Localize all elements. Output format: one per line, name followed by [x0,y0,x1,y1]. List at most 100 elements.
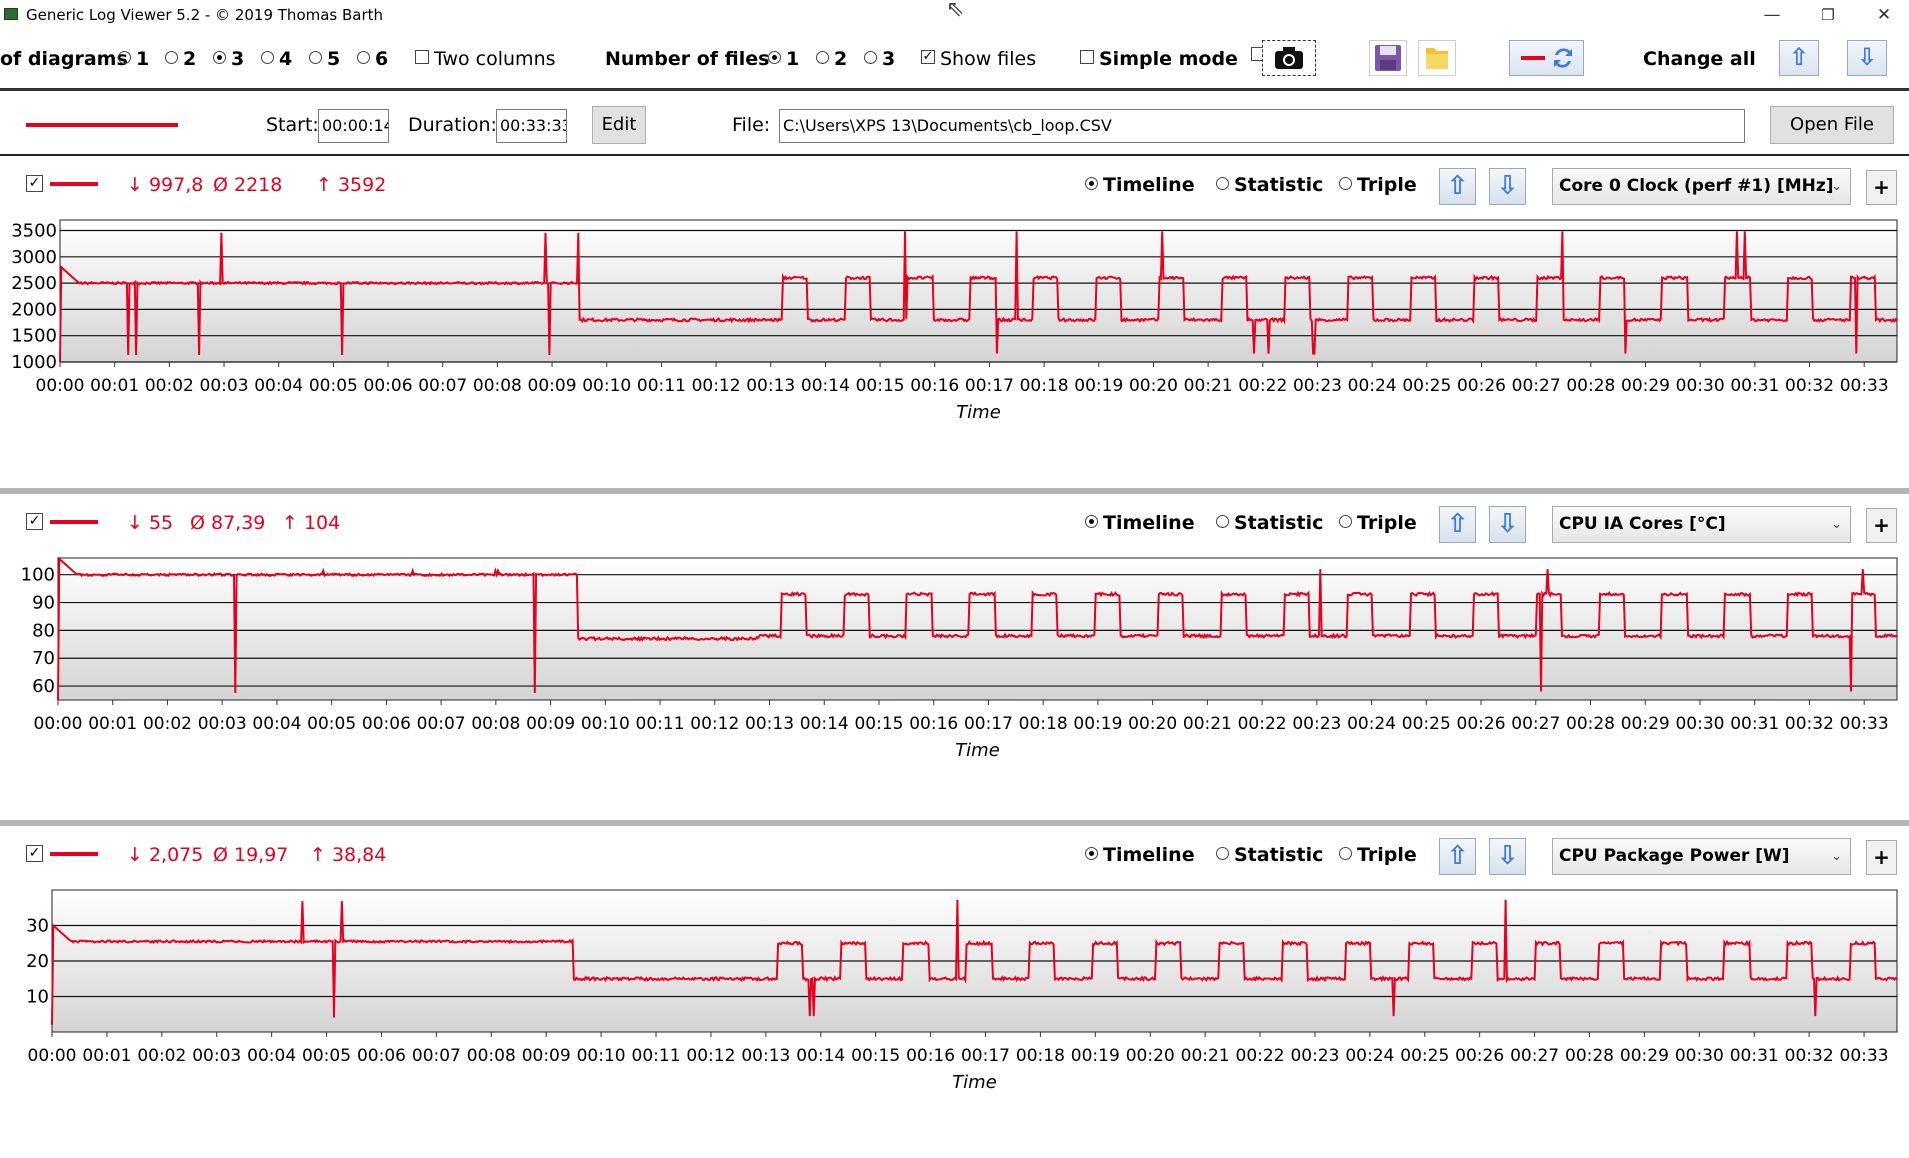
panel-visible-checkbox[interactable]: ✓ [26,845,43,862]
diagrams-option-3[interactable]: 3 [213,48,244,70]
move-panel-down-button[interactable]: ⇩ [1489,168,1526,205]
x-tick-label: 00:07 [417,714,466,734]
chevron-down-icon: ⌄ [1831,849,1842,864]
radio-icon [261,51,274,64]
move-down-icon: ⇩ [1496,841,1519,871]
move-up-icon: ⇧ [1446,171,1469,201]
x-tick-label: 00:20 [1126,1046,1175,1066]
series-color-swatch[interactable] [50,520,98,524]
view-option-statistic[interactable]: Statistic [1216,174,1323,196]
diagram-panel-3: ✓ ↓ 2,075 Ø 19,97 ↑ 38,84 Timeline Stati… [0,826,1909,1158]
view-option-timeline[interactable]: Timeline [1085,174,1195,196]
x-tick-label: 00:30 [1676,376,1725,396]
x-tick-label: 00:25 [1400,1046,1449,1066]
radio-icon [357,51,370,64]
x-tick-label: 00:08 [473,376,522,396]
view-option-triple[interactable]: Triple [1339,844,1417,866]
y-tick-label: 20 [26,951,49,972]
diagrams-option-6[interactable]: 6 [357,48,388,70]
view-option-statistic[interactable]: Statistic [1216,844,1323,866]
move-down-all-button[interactable]: ⇩ [1847,40,1887,76]
x-tick-label: 00:20 [1129,376,1178,396]
y-tick-label: 2500 [11,273,57,294]
camera-button[interactable] [1262,40,1316,76]
restore-button[interactable]: ❐ [1805,0,1851,31]
min-value: ↓ 55 [127,512,174,534]
sensor-select[interactable]: CPU Package Power [W] ⌄ [1552,838,1851,875]
y-tick-label: 80 [32,620,55,641]
close-button[interactable]: ✕ [1861,0,1907,31]
move-panel-up-button[interactable]: ⇧ [1439,168,1476,205]
x-tick-label: 00:11 [637,376,686,396]
x-tick-label: 00:02 [137,1046,186,1066]
x-tick-label: 00:12 [686,1046,735,1066]
two-columns-checkbox[interactable]: Two columns [415,48,556,70]
x-tick-label: 00:17 [964,714,1013,734]
open-file-button[interactable]: Open File [1770,106,1894,144]
sensor-select[interactable]: CPU IA Cores [°C] ⌄ [1552,506,1851,543]
x-tick-label: 00:28 [1566,376,1615,396]
diagrams-option-4[interactable]: 4 [261,48,292,70]
files-option-3[interactable]: 3 [864,48,895,70]
simple-mode-checkbox[interactable]: Simple mode [1080,48,1238,70]
minimize-button[interactable]: — [1749,0,1795,31]
move-panel-down-button[interactable]: ⇩ [1489,838,1526,875]
x-tick-label: 00:16 [906,1046,955,1066]
view-option-timeline[interactable]: Timeline [1085,844,1195,866]
add-series-button[interactable]: + [1866,840,1897,875]
max-value: ↑ 38,84 [310,844,387,866]
edit-button[interactable]: Edit [592,106,646,144]
add-series-button[interactable]: + [1866,508,1897,543]
files-option-1[interactable]: 1 [768,48,799,70]
start-field[interactable]: 00:00:14 [318,109,389,143]
x-tick-label: 00:03 [200,376,249,396]
x-tick-label: 00:01 [82,1046,131,1066]
x-tick-label: 00:13 [745,714,794,734]
checkbox-checked-icon: ✓ [28,513,41,529]
move-panel-up-button[interactable]: ⇧ [1439,838,1476,875]
view-option-timeline[interactable]: Timeline [1085,512,1195,534]
duration-field[interactable]: 00:33:33 [496,109,567,143]
diagrams-option-1[interactable]: 1 [118,48,149,70]
sensor-select[interactable]: Core 0 Clock (perf #1) [MHz] ⌄ [1552,168,1851,205]
diagrams-option-2[interactable]: 2 [165,48,196,70]
x-tick-label: 00:24 [1347,714,1396,734]
move-up-all-button[interactable]: ⇧ [1779,40,1819,76]
duration-label: Duration: [408,114,497,136]
panel-visible-checkbox[interactable]: ✓ [26,513,43,530]
file-color-swatch[interactable] [26,123,178,127]
show-files-checkbox[interactable]: ✓ Show files [921,48,1036,70]
x-tick-label: 00:18 [1019,714,1068,734]
panel-header: ✓ ↓ 997,8 Ø 2218 ↑ 3592 Timeline Statist… [0,156,1909,206]
series-color-swatch[interactable] [50,182,98,186]
view-option-triple[interactable]: Triple [1339,174,1417,196]
start-label: Start: [266,114,319,136]
radio-selected-icon [1085,515,1098,528]
files-option-2[interactable]: 2 [816,48,847,70]
y-tick-label: 10 [26,987,49,1008]
radio-icon [1216,847,1229,860]
x-tick-label: 00:02 [145,376,194,396]
move-panel-down-button[interactable]: ⇩ [1489,506,1526,543]
checkbox-checked-icon: ✓ [921,48,935,64]
save-button[interactable] [1369,40,1407,76]
y-tick-label: 2000 [11,299,57,320]
x-tick-label: 00:02 [143,714,192,734]
swap-color-button[interactable] [1509,40,1584,76]
view-option-statistic[interactable]: Statistic [1216,512,1323,534]
add-series-button[interactable]: + [1866,170,1897,205]
view-option-triple[interactable]: Triple [1339,512,1417,534]
x-tick-label: 00:09 [522,1046,571,1066]
open-folder-button[interactable] [1418,40,1456,76]
file-path-field[interactable]: C:\Users\XPS 13\Documents\cb_loop.CSV [779,109,1745,143]
diagrams-option-5[interactable]: 5 [309,48,340,70]
checkbox-icon [415,49,429,64]
checkbox-checked-icon: ✓ [28,175,41,191]
diagram-panel-2: ✓ ↓ 55 Ø 87,39 ↑ 104 Timeline Statistic … [0,494,1909,826]
series-color-swatch[interactable] [50,852,98,856]
x-tick-label: 00:00 [36,376,85,396]
panel-visible-checkbox[interactable]: ✓ [26,175,43,192]
x-tick-label: 00:21 [1184,376,1233,396]
x-tick-label: 00:27 [1511,714,1560,734]
move-panel-up-button[interactable]: ⇧ [1439,506,1476,543]
